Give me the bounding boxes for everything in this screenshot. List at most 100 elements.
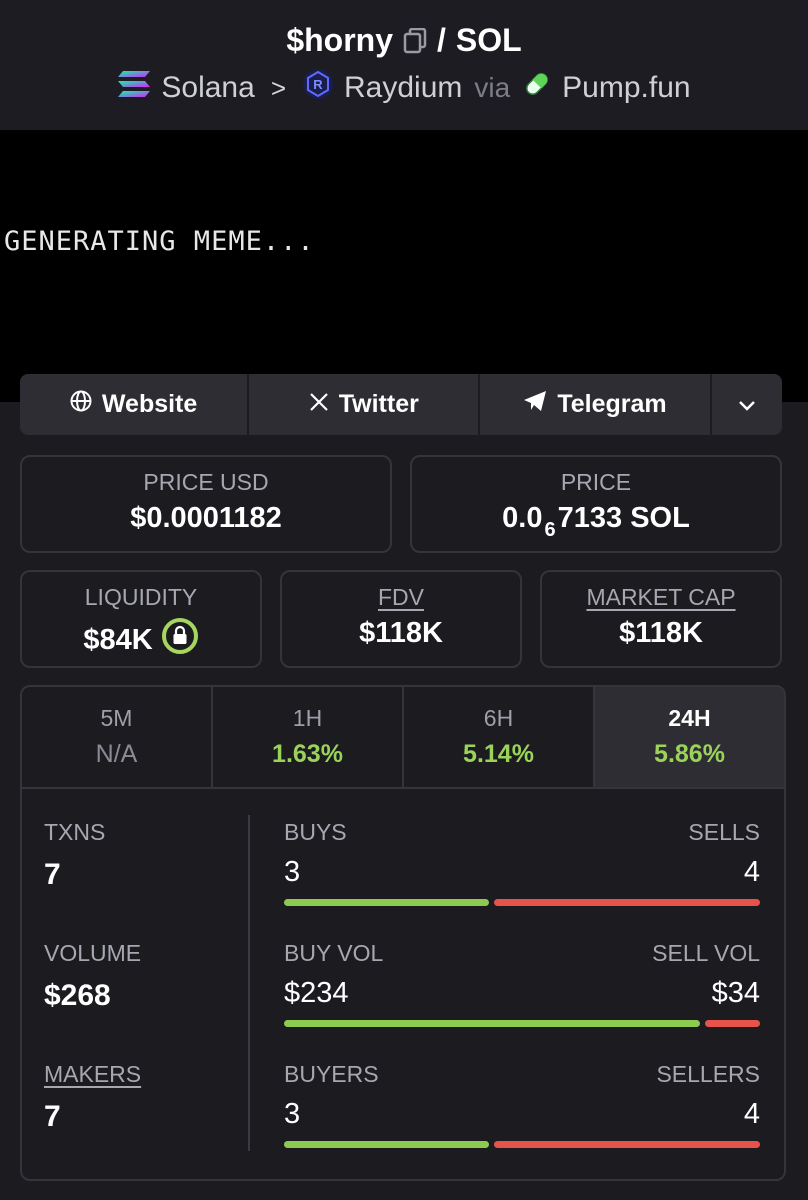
token-symbol: $horny: [286, 22, 393, 58]
tab-label: 5M: [100, 705, 133, 731]
sell-vol-value: $34: [711, 977, 760, 1009]
tab-label: 1H: [292, 705, 323, 731]
launchpad-link[interactable]: Pump.fun: [522, 69, 691, 107]
telegram-button[interactable]: Telegram: [480, 374, 712, 435]
sellers-value: 4: [743, 1098, 760, 1130]
twitter-button[interactable]: Twitter: [249, 374, 481, 435]
tab-change: N/A: [95, 740, 138, 768]
sell-bar-segment: [493, 1141, 760, 1148]
svg-text:R: R: [313, 77, 323, 92]
telegram-label: Telegram: [557, 390, 667, 418]
quote-symbol: SOL: [455, 22, 522, 58]
tab-change: 1.63%: [272, 740, 343, 768]
raydium-logo-icon: R: [302, 68, 334, 108]
pill-icon: [522, 69, 552, 107]
tab-5m[interactable]: 5M N/A: [22, 687, 213, 787]
timeframe-tabs: 5M N/A 1H 1.63% 6H 5.14% 24H 5.86%: [22, 687, 784, 789]
market-cap-label[interactable]: MARKET CAP: [542, 584, 780, 611]
fdv-label[interactable]: FDV: [282, 584, 520, 611]
lock-icon[interactable]: [161, 617, 199, 663]
via-label: via: [474, 72, 511, 103]
tab-label: 6H: [483, 705, 514, 731]
pair-header: $horny / SOL Solana > R Raydium via Pump…: [0, 0, 808, 130]
copy-icon[interactable]: [403, 27, 427, 54]
makers-label[interactable]: MAKERS: [44, 1061, 141, 1088]
price-prefix: 0.0: [502, 502, 543, 534]
buy-vol-label: BUY VOL: [284, 940, 384, 966]
liquidity-value: $84K: [83, 623, 153, 656]
pair-separator: /: [437, 22, 446, 58]
chevron-right-icon: >: [270, 72, 286, 103]
buyers-label: BUYERS: [284, 1061, 379, 1087]
price-rest: 7133 SOL: [557, 502, 690, 534]
globe-icon: [70, 390, 92, 419]
social-links-bar: Website Twitter Telegram: [20, 374, 782, 435]
chain-name: Solana: [161, 71, 255, 104]
chain-link[interactable]: Solana: [117, 70, 255, 106]
price-usd-card: PRICE USD $0.0001182: [20, 455, 392, 553]
sell-bar-segment: [704, 1020, 760, 1027]
tab-change: 5.14%: [463, 740, 534, 768]
token-banner: GENERATING MEME...: [0, 130, 808, 402]
txn-split-row: BUYS SELLS 3 4: [284, 819, 760, 906]
price-label: PRICE: [560, 469, 632, 495]
price-usd-label: PRICE USD: [143, 469, 269, 495]
dex-link[interactable]: R Raydium: [302, 68, 462, 108]
txns-metric: TXNS 7: [44, 819, 105, 892]
buys-label: BUYS: [284, 819, 347, 845]
volume-ratio-bar: [284, 1020, 760, 1027]
sells-value: 4: [743, 856, 760, 888]
price-native-value: 0.0 6 7133 SOL: [412, 502, 780, 541]
makers-value: 7: [44, 1100, 61, 1133]
buyers-value: 3: [284, 1098, 301, 1130]
trading-stats-panel: 5M N/A 1H 1.63% 6H 5.14% 24H 5.86% TXNS …: [20, 685, 786, 1181]
volume-label: VOLUME: [44, 940, 142, 966]
txn-ratio-bar: [284, 899, 760, 906]
pair-title: $horny / SOL: [0, 22, 808, 59]
sell-bar-segment: [493, 899, 760, 906]
fdv-value: $118K: [359, 617, 443, 649]
makers-metric: MAKERS 7: [44, 1061, 141, 1134]
buy-bar-segment: [284, 1020, 700, 1027]
maker-split-row: BUYERS SELLERS 3 4: [284, 1061, 760, 1148]
solana-logo-icon: [117, 70, 151, 106]
chevron-down-icon: [738, 390, 756, 419]
buy-vol-value: $234: [284, 977, 349, 1009]
price-native-card: PRICE 0.0 6 7133 SOL: [410, 455, 782, 553]
txns-label: TXNS: [44, 819, 106, 845]
liquidity-label: LIQUIDITY: [84, 584, 198, 610]
banner-text: GENERATING MEME...: [4, 226, 315, 257]
market-cap-card: MARKET CAP $118K: [540, 570, 782, 668]
liquidity-card: LIQUIDITY $84K: [20, 570, 262, 668]
market-cap-value: $118K: [619, 617, 703, 649]
more-links-button[interactable]: [712, 374, 782, 435]
volume-metric: VOLUME $268: [44, 940, 141, 1013]
buys-value: 3: [284, 856, 301, 888]
price-zero-count: 6: [544, 519, 556, 541]
sells-label: SELLS: [688, 819, 760, 845]
dex-name: Raydium: [344, 71, 463, 104]
launchpad-name: Pump.fun: [562, 71, 691, 104]
sell-vol-label: SELL VOL: [652, 940, 760, 966]
tab-change: 5.86%: [654, 740, 725, 768]
maker-ratio-bar: [284, 1141, 760, 1148]
liquidity-value-row: $84K: [22, 617, 260, 663]
twitter-label: Twitter: [338, 390, 419, 418]
txns-value: 7: [44, 858, 61, 891]
fdv-card: FDV $118K: [280, 570, 522, 668]
volume-split-row: BUY VOL SELL VOL $234 $34: [284, 940, 760, 1027]
column-divider: [248, 815, 250, 1151]
tab-1h[interactable]: 1H 1.63%: [213, 687, 404, 787]
telegram-icon: [523, 390, 547, 419]
tab-24h[interactable]: 24H 5.86%: [595, 687, 784, 787]
buy-bar-segment: [284, 899, 489, 906]
sellers-label: SELLERS: [656, 1061, 760, 1087]
volume-value: $268: [44, 979, 111, 1012]
tab-label: 24H: [668, 705, 711, 731]
x-logo-icon: [309, 390, 329, 419]
tab-6h[interactable]: 6H 5.14%: [404, 687, 595, 787]
price-usd-value: $0.0001182: [130, 502, 282, 534]
website-label: Website: [101, 390, 198, 418]
breadcrumb: Solana > R Raydium via Pump.fun: [0, 68, 808, 108]
website-button[interactable]: Website: [20, 374, 250, 435]
